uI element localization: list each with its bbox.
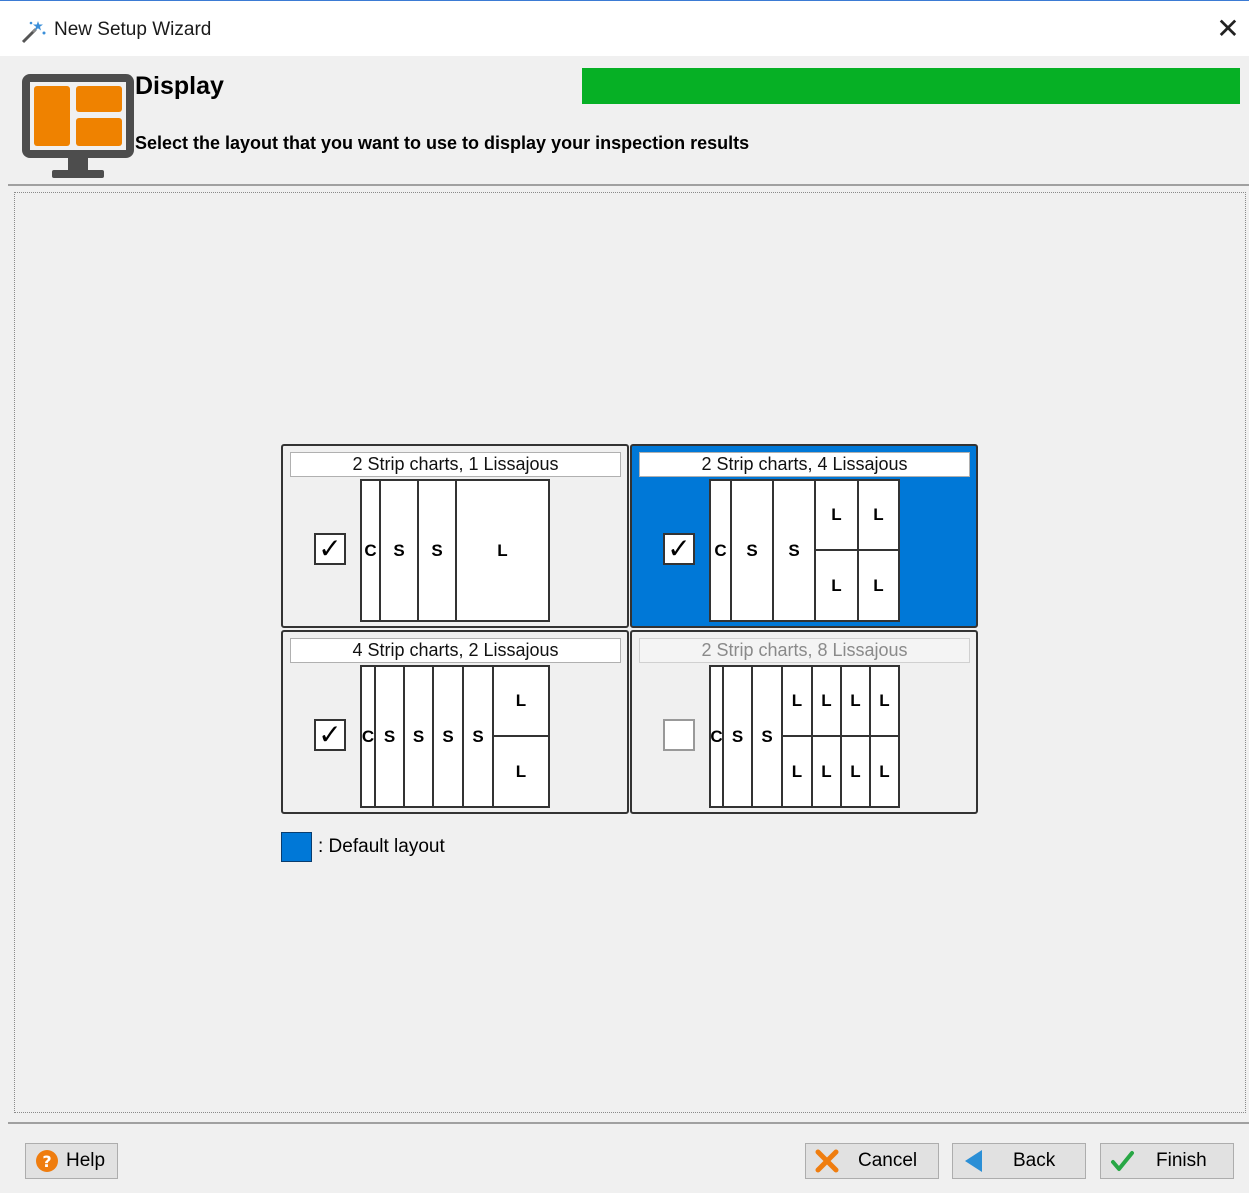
layout-preview: C S S L L L L: [709, 479, 900, 622]
pane-l: L: [816, 481, 859, 551]
finish-label: Finish: [1156, 1150, 1207, 1171]
pane-l: L: [842, 737, 871, 806]
layout-option-4s-2l[interactable]: 4 Strip charts, 2 Lissajous ✓ C S S S S …: [281, 630, 629, 814]
pane-s: S: [405, 667, 434, 806]
layout-option-2s-8l[interactable]: 2 Strip charts, 8 Lissajous C S S L L L …: [630, 630, 978, 814]
layout-checkbox[interactable]: [663, 719, 695, 751]
pane-s: S: [464, 667, 494, 806]
pane-c: C: [711, 481, 732, 620]
pane-s: S: [774, 481, 816, 620]
layout-preview: C S S L L L L L L L L: [709, 665, 900, 808]
cancel-label: Cancel: [858, 1150, 918, 1171]
pane-l: L: [813, 737, 842, 806]
checkmark-icon: ✓: [318, 533, 342, 564]
progress-fill: [582, 68, 1240, 104]
layout-preview: C S S L: [360, 479, 550, 622]
title-bar: New Setup Wizard ✕: [0, 0, 1249, 56]
wizard-header: Display Select the layout that you want …: [8, 56, 1249, 186]
page-title: Display: [135, 72, 224, 100]
layout-option-2s-4l[interactable]: 2 Strip charts, 4 Lissajous ✓ C S S L L …: [630, 444, 978, 628]
window-title: New Setup Wizard: [54, 19, 212, 40]
pane-l: L: [859, 481, 898, 551]
back-button[interactable]: Back: [952, 1143, 1086, 1179]
svg-text:?: ?: [42, 1152, 51, 1171]
finish-check-icon: [1111, 1151, 1134, 1171]
pane-s: S: [753, 667, 783, 806]
pane-l: L: [783, 737, 813, 806]
pane-l: L: [871, 737, 898, 806]
back-arrow-icon: [965, 1150, 982, 1172]
pane-s: S: [381, 481, 419, 620]
pane-c: C: [710, 667, 724, 806]
wizard-window: New Setup Wizard ✕ Display Select the la…: [0, 0, 1249, 1193]
finish-button[interactable]: Finish: [1100, 1143, 1234, 1179]
checkmark-icon: ✓: [667, 533, 691, 564]
pane-l: L: [859, 551, 898, 620]
pane-s: S: [434, 667, 464, 806]
layout-label: 2 Strip charts, 1 Lissajous: [290, 452, 621, 477]
layout-checkbox[interactable]: ✓: [663, 533, 695, 565]
monitor-layout-icon: [22, 74, 134, 178]
default-layout-legend: : Default layout: [318, 836, 445, 857]
help-button[interactable]: ? Help: [25, 1143, 118, 1179]
checkmark-icon: ✓: [318, 719, 342, 750]
pane-l: L: [494, 737, 548, 806]
cancel-button[interactable]: Cancel: [805, 1143, 939, 1179]
help-label: Help: [66, 1150, 106, 1171]
pane-s: S: [732, 481, 774, 620]
footer-separator: [8, 1122, 1249, 1124]
pane-l: L: [457, 481, 548, 620]
magic-wand-icon: [21, 21, 46, 44]
help-icon: ?: [36, 1150, 58, 1172]
layout-label: 2 Strip charts, 4 Lissajous: [639, 452, 970, 477]
progress-bar: [582, 68, 1240, 104]
pane-l: L: [816, 551, 859, 620]
layout-checkbox[interactable]: ✓: [314, 533, 346, 565]
pane-l: L: [813, 667, 842, 737]
page-subtitle: Select the layout that you want to use t…: [135, 133, 750, 153]
pane-l: L: [842, 667, 871, 737]
pane-s: S: [419, 481, 457, 620]
layout-option-2s-1l[interactable]: 2 Strip charts, 1 Lissajous ✓ C S S L: [281, 444, 629, 628]
back-label: Back: [1013, 1150, 1056, 1171]
pane-c: C: [362, 481, 381, 620]
default-layout-swatch: [281, 832, 312, 862]
pane-c: C: [362, 667, 376, 806]
layout-checkbox[interactable]: ✓: [314, 719, 346, 751]
layout-label: 2 Strip charts, 8 Lissajous: [639, 638, 970, 663]
pane-s: S: [724, 667, 753, 806]
cancel-x-icon: [815, 1149, 839, 1173]
pane-l: L: [783, 667, 813, 737]
layout-label: 4 Strip charts, 2 Lissajous: [290, 638, 621, 663]
pane-l: L: [494, 667, 548, 737]
close-icon[interactable]: ✕: [1212, 13, 1244, 45]
layout-preview: C S S S S L L: [360, 665, 550, 808]
pane-l: L: [871, 667, 898, 737]
pane-s: S: [376, 667, 405, 806]
